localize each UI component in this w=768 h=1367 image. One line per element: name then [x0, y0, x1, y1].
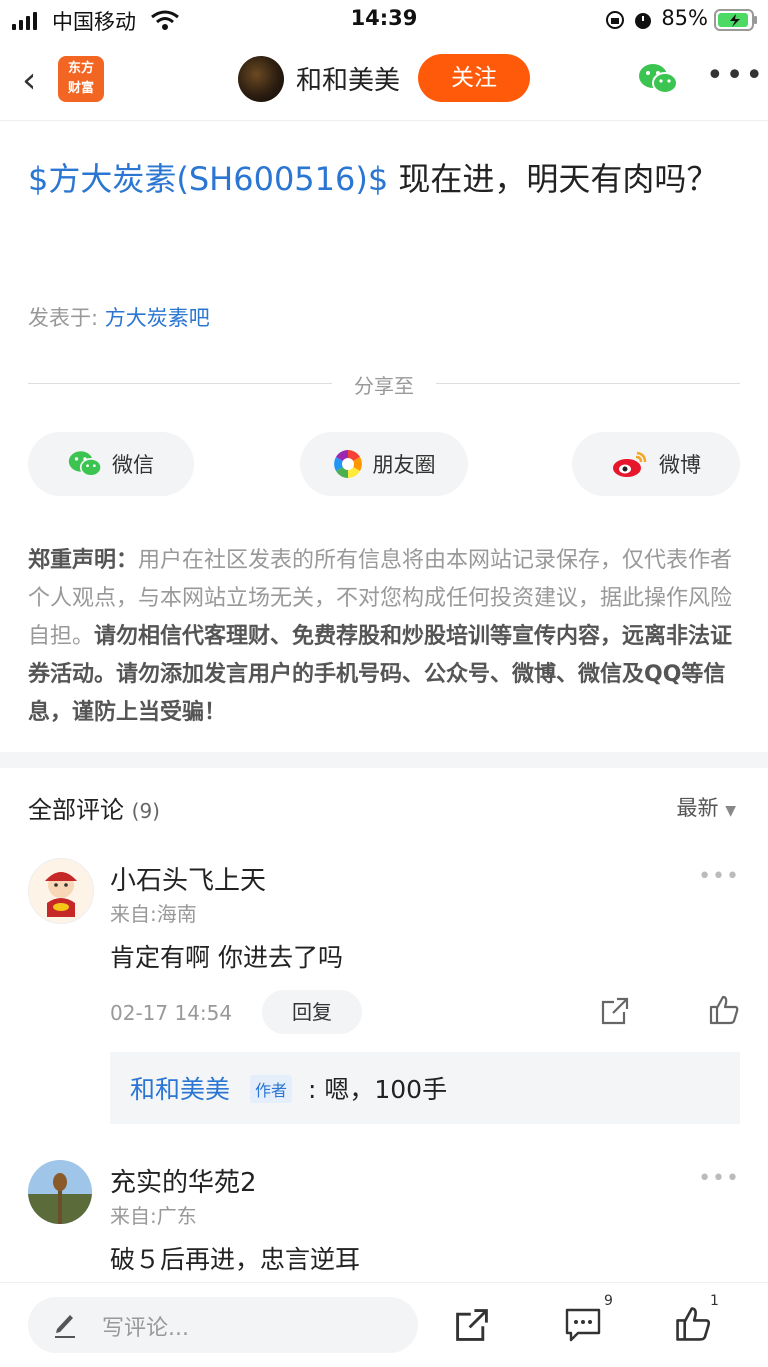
avatar-photo [28, 1160, 92, 1224]
app-logo-text: 东方财富 [67, 61, 94, 96]
share-weibo-button[interactable]: 微博 [572, 432, 740, 496]
like-icon[interactable] [674, 1305, 712, 1343]
back-icon[interactable]: ‹ [22, 60, 36, 101]
comments-title: 全部评论 [28, 796, 124, 824]
author-name[interactable]: 和和美美 [296, 60, 400, 97]
caret-down-icon: ▼ [725, 803, 736, 819]
commenter-avatar[interactable] [28, 858, 94, 924]
commenter-name[interactable]: 充实的华苑2 [110, 1162, 257, 1199]
share-icon[interactable] [600, 996, 630, 1026]
moments-icon [333, 450, 362, 478]
like-count-badge: 1 [710, 1293, 719, 1309]
comment-more-icon[interactable]: ••• [698, 864, 740, 889]
comment-count-badge: 9 [604, 1293, 613, 1309]
commenter-location: 来自:广东 [110, 1204, 197, 1228]
share-wechat-label: 微信 [112, 453, 154, 477]
disclaimer-head: 郑重声明： [28, 548, 139, 573]
bottom-action-bar: 写评论... 9 1 [0, 1282, 768, 1367]
alarm-icon [635, 13, 651, 29]
app-logo[interactable]: 东方财富 [58, 56, 104, 102]
section-divider [0, 752, 768, 768]
comments-header: 全部评论 (9) [28, 790, 160, 825]
reply-text: : 嗯，100手 [308, 1075, 448, 1104]
post-title: $方大炭素(SH600516)$ 现在进，明天有肉吗？ [28, 150, 728, 208]
sort-dropdown[interactable]: 最新 ▼ [677, 792, 736, 822]
share-icon[interactable] [454, 1307, 490, 1343]
share-label: 分享至 [354, 374, 414, 398]
battery-percent: 85% [661, 6, 708, 30]
post-title-text: 现在进，明天有肉吗？ [388, 160, 719, 198]
pencil-icon [55, 1315, 75, 1338]
stock-tag-link[interactable]: $方大炭素(SH600516)$ [28, 160, 388, 198]
more-options-icon[interactable]: ••• [706, 58, 765, 93]
like-icon[interactable] [708, 994, 740, 1026]
comment-input[interactable]: 写评论... [28, 1297, 418, 1353]
weibo-icon [613, 451, 647, 477]
posted-prefix: 发表于: [28, 306, 105, 330]
share-moments-label: 朋友圈 [372, 453, 436, 477]
comment-more-icon[interactable]: ••• [698, 1166, 740, 1191]
disclaimer-warning: 请勿相信代客理财、免费荐股和炒股培训等宣传内容，远离非法证券活动。请勿添加发言用… [28, 624, 733, 725]
wechat-icon [68, 451, 102, 477]
nav-bar: ‹ 东方财富 和和美美 关注 ••• [0, 44, 768, 121]
comment-text: 破５后再进，忠言逆耳 [110, 1245, 361, 1274]
sort-label: 最新 [676, 796, 719, 820]
forum-link[interactable]: 方大炭素吧 [105, 306, 210, 330]
author-avatar[interactable] [238, 56, 284, 102]
share-weibo-label: 微博 [659, 453, 701, 477]
battery-icon [714, 9, 757, 31]
comment-text: 肯定有啊 你进去了吗 [110, 943, 343, 972]
disclaimer: 郑重声明：用户在社区发表的所有信息将由本网站记录保存，仅代表作者个人观点，与本网… [28, 542, 740, 732]
commenter-avatar[interactable] [28, 1160, 92, 1224]
comment-placeholder: 写评论... [102, 1316, 189, 1341]
comments-count: (9) [131, 799, 160, 823]
commenter-location: 来自:海南 [110, 902, 197, 926]
status-bar: 中国移动 14:39 85% [0, 0, 768, 40]
reply-author[interactable]: 和和美美 [130, 1070, 230, 1106]
avatar-illustration [45, 872, 77, 917]
comment-time: 02-17 14:54 [110, 1001, 233, 1025]
posted-in: 发表于: 方大炭素吧 [28, 302, 210, 332]
share-wechat-button[interactable]: 微信 [28, 432, 194, 496]
share-moments-button[interactable]: 朋友圈 [300, 432, 468, 496]
commenter-name[interactable]: 小石头飞上天 [110, 860, 266, 897]
follow-button[interactable]: 关注 [418, 54, 530, 102]
reply-block: 和和美美 作者 : 嗯，100手 [110, 1052, 740, 1124]
reply-button[interactable]: 回复 [262, 990, 362, 1034]
wechat-share-icon[interactable] [638, 62, 678, 96]
author-badge: 作者 [250, 1075, 293, 1103]
comment-icon[interactable] [564, 1307, 602, 1343]
rotation-lock-icon [606, 11, 624, 29]
